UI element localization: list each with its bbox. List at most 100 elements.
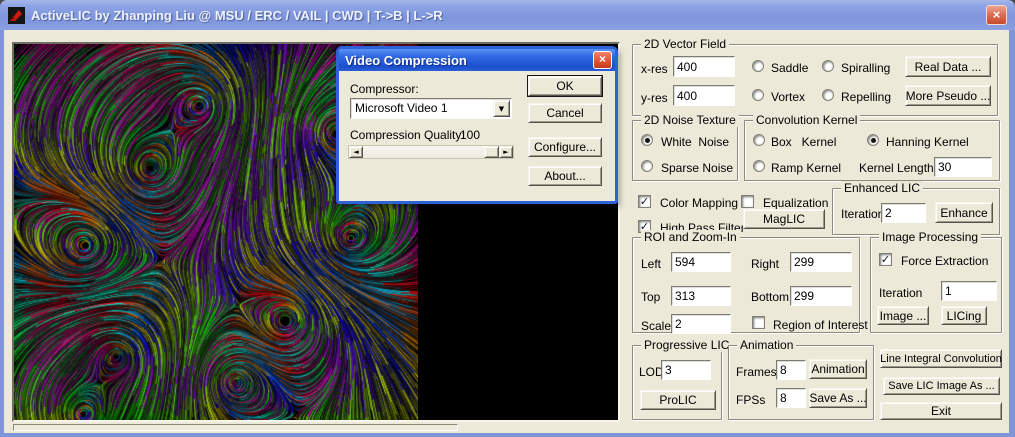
yres-input[interactable]: [673, 85, 735, 106]
dialog-close-icon[interactable]: ×: [593, 51, 612, 69]
roi-left-label: Left: [641, 257, 661, 271]
roi-right-label: Right: [751, 257, 779, 271]
image-button[interactable]: Image ...: [877, 306, 929, 325]
group-label: 2D Vector Field: [641, 37, 729, 51]
window-close-icon[interactable]: ×: [986, 5, 1007, 25]
frames-input[interactable]: [776, 360, 806, 380]
about-button[interactable]: About...: [528, 166, 602, 186]
exit-button[interactable]: Exit: [880, 402, 1002, 420]
group-enhanced-lic: Enhanced LIC Iteration Enhance: [832, 188, 1000, 235]
compressor-dropdown[interactable]: Microsoft Video 1 ▼: [350, 98, 512, 119]
progress-strip: [13, 424, 458, 431]
ok-button[interactable]: OK: [528, 76, 602, 96]
app-window: ActiveLIC by Zhanping Liu @ MSU / ERC / …: [0, 0, 1015, 437]
roi-scale-input[interactable]: [671, 314, 731, 334]
ramp-kernel-label: Ramp Kernel: [771, 161, 841, 175]
roi-bottom-label: Bottom: [751, 290, 789, 304]
vortex-label: Vortex: [771, 90, 805, 104]
save-lic-image-as-button[interactable]: Save LIC Image As ...: [883, 377, 1000, 395]
white-noise-label: White Noise: [661, 135, 729, 149]
group-label: Progressive LIC: [641, 338, 732, 352]
roi-right-input[interactable]: [790, 252, 852, 272]
sparse-noise-label: Sparse Noise: [661, 161, 733, 175]
group-roi-zoom-in: ROI and Zoom-In Left Right Top Bottom Sc…: [632, 237, 860, 333]
group-label: Image Processing: [879, 230, 981, 244]
box-kernel-label: Box Kernel: [771, 135, 836, 149]
group-label: Convolution Kernel: [753, 113, 860, 127]
slider-thumb[interactable]: [484, 146, 499, 158]
hanning-kernel-radio[interactable]: [867, 134, 879, 146]
saddle-label: Saddle: [771, 61, 808, 75]
group-label: Enhanced LIC: [841, 181, 923, 195]
region-of-interest-label: Region of Interest: [773, 318, 868, 332]
line-integral-convolution-button[interactable]: Line Integral Convolution: [880, 349, 1002, 368]
enhanced-iteration-input[interactable]: [881, 203, 926, 223]
kernel-length-input[interactable]: [934, 157, 992, 177]
group-progressive-lic: Progressive LIC LOD ProLIC: [632, 345, 722, 420]
ip-iteration-label: Iteration: [879, 286, 922, 300]
licing-button[interactable]: LICing: [941, 306, 987, 325]
group-convolution-kernel: Convolution Kernel Box Kernel Hanning Ke…: [744, 120, 1000, 181]
lod-label: LOD: [639, 365, 664, 379]
compressor-value: Microsoft Video 1: [355, 101, 448, 115]
spiralling-radio[interactable]: [822, 60, 834, 72]
more-pseudo-button[interactable]: More Pseudo ...: [905, 85, 991, 106]
configure-button[interactable]: Configure...: [528, 137, 602, 157]
roi-bottom-input[interactable]: [790, 286, 852, 306]
force-extraction-label: Force Extraction: [901, 254, 988, 268]
animation-button[interactable]: Animation: [809, 359, 867, 379]
color-mapping-checkbox[interactable]: [638, 195, 651, 208]
white-noise-radio[interactable]: [641, 134, 653, 146]
slider-left-arrow-icon[interactable]: ◄: [349, 146, 363, 158]
fps-label: FPSs: [736, 393, 765, 407]
group-image-processing: Image Processing Force Extraction Iterat…: [870, 237, 1002, 333]
repelling-radio[interactable]: [822, 89, 834, 101]
group-animation: Animation Frames Animation FPSs Save As …: [728, 345, 874, 420]
sparse-noise-radio[interactable]: [641, 160, 653, 172]
roi-top-label: Top: [641, 290, 660, 304]
xres-input[interactable]: [673, 56, 735, 77]
saddle-radio[interactable]: [752, 60, 764, 72]
slider-right-arrow-icon[interactable]: ►: [499, 146, 513, 158]
real-data-button[interactable]: Real Data ...: [905, 56, 991, 77]
prolic-button[interactable]: ProLIC: [640, 390, 716, 410]
ip-iteration-input[interactable]: [941, 281, 997, 301]
ramp-kernel-radio[interactable]: [753, 160, 765, 172]
kernel-length-label: Kernel Length: [859, 161, 934, 175]
roi-left-input[interactable]: [671, 252, 731, 272]
group-2d-vector-field: 2D Vector Field x-res y-res Saddle Spira…: [632, 44, 998, 116]
yres-label: y-res: [641, 91, 668, 105]
spiralling-label: Spiralling: [841, 61, 890, 75]
equalization-checkbox[interactable]: [741, 195, 754, 208]
dialog-title: Video Compression: [345, 53, 467, 68]
force-extraction-checkbox[interactable]: [879, 253, 892, 266]
fps-input[interactable]: [776, 388, 806, 408]
roi-scale-label: Scale: [641, 319, 671, 333]
maglic-button[interactable]: MagLIC: [743, 209, 825, 229]
hanning-kernel-label: Hanning Kernel: [886, 135, 969, 149]
roi-top-input[interactable]: [671, 286, 731, 306]
compressor-label: Compressor:: [350, 82, 419, 96]
region-of-interest-checkbox[interactable]: [752, 316, 765, 329]
group-label: 2D Noise Texture: [641, 113, 739, 127]
quality-slider[interactable]: ◄ ►: [348, 145, 514, 159]
group-label: ROI and Zoom-In: [641, 230, 740, 244]
frames-label: Frames: [736, 365, 777, 379]
box-kernel-radio[interactable]: [753, 134, 765, 146]
video-compression-dialog: Video Compression × Compressor: Microsof…: [336, 46, 618, 204]
dialog-titlebar: Video Compression: [339, 49, 615, 71]
enhance-button[interactable]: Enhance: [935, 202, 993, 223]
vortex-radio[interactable]: [752, 89, 764, 101]
enhanced-iteration-label: Iteration: [841, 207, 884, 221]
group-2d-noise-texture: 2D Noise Texture White Noise Sparse Nois…: [632, 120, 738, 181]
cancel-button[interactable]: Cancel: [528, 103, 602, 123]
compression-quality-label: Compression Quality:: [350, 128, 465, 142]
save-as-button[interactable]: Save As ...: [809, 388, 867, 408]
lod-input[interactable]: [661, 360, 711, 380]
color-mapping-label: Color Mapping: [660, 196, 738, 210]
window-title: ActiveLIC by Zhanping Liu @ MSU / ERC / …: [31, 8, 443, 23]
app-icon: [8, 7, 25, 24]
repelling-label: Repelling: [841, 90, 891, 104]
group-label: Animation: [737, 338, 796, 352]
chevron-down-icon[interactable]: ▼: [493, 100, 510, 117]
